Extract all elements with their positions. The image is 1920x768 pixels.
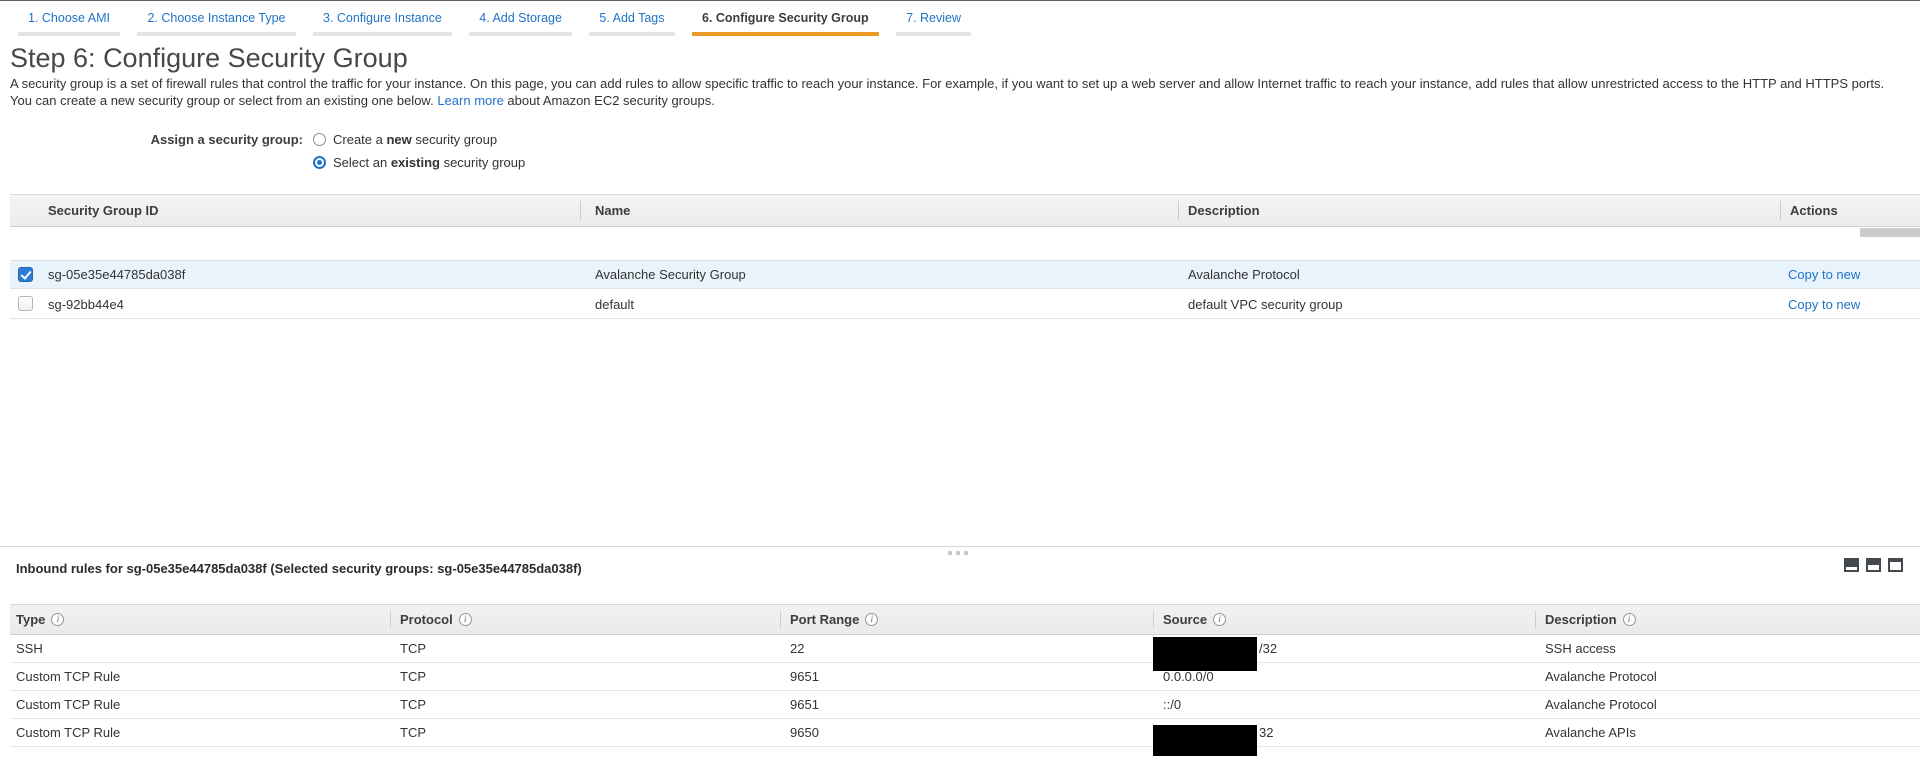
tab-underline [469,32,572,36]
column-divider [390,611,391,628]
inbound-rule-row: Custom TCP Rule TCP 9650 32 Avalanche AP… [10,719,1920,747]
rule-description: Avalanche Protocol [1545,663,1657,690]
ec2-launch-wizard-step6: 1. Choose AMI 2. Choose Instance Type 3.… [0,0,1920,768]
inbound-rule-row: Custom TCP Rule TCP 9651 ::/0 Avalanche … [10,691,1920,719]
column-header-security-group-id: Security Group ID [48,195,159,226]
rule-source: ::/0 [1163,691,1181,718]
column-header-source: Source [1163,605,1226,634]
rule-port-range: 22 [790,635,804,662]
inbound-rule-row: Custom TCP Rule TCP 9651 0.0.0.0/0 Avala… [10,663,1920,691]
page-title: Step 6: Configure Security Group [10,43,408,74]
radio-selected-icon [313,156,326,169]
rule-description: Avalanche APIs [1545,719,1636,746]
rule-port-range: 9650 [790,719,819,746]
checkbox-unchecked-icon[interactable] [18,296,33,311]
column-header-actions: Actions [1790,195,1838,226]
rule-type: Custom TCP Rule [16,663,120,690]
tab-underline [18,32,120,36]
redacted-ip-block [1153,725,1257,756]
rule-protocol: TCP [400,635,426,662]
tab-configure-security-group[interactable]: 6. Configure Security Group [692,2,879,36]
security-group-name: default [595,290,634,318]
tab-underline-active [692,32,879,36]
rule-type: Custom TCP Rule [16,691,120,718]
tab-configure-instance[interactable]: 3. Configure Instance [313,2,452,36]
panel-size-toggles [1844,558,1903,572]
security-group-description: Avalanche Protocol [1188,261,1300,288]
column-divider [1535,611,1536,628]
copy-to-new-link[interactable]: Copy to new [1788,261,1860,288]
column-header-description: Description [1188,195,1260,226]
rule-type: Custom TCP Rule [16,719,120,746]
inbound-rules-table-header: Type Protocol Port Range Source Descript… [10,604,1920,635]
rule-port-range: 9651 [790,691,819,718]
column-header-port-range: Port Range [790,605,878,634]
column-divider [580,201,581,220]
redacted-ip-block [1153,637,1257,671]
column-header-type: Type [16,605,64,634]
tab-choose-ami[interactable]: 1. Choose AMI [18,2,120,36]
security-group-row[interactable]: sg-92bb44e4 default default VPC security… [10,290,1920,319]
column-header-description: Description [1545,605,1636,634]
tab-choose-instance-type[interactable]: 2. Choose Instance Type [137,2,295,36]
assign-security-group-label: Assign a security group: [0,132,303,147]
checkbox-checked-icon[interactable] [18,267,33,282]
security-group-row-selected[interactable]: sg-05e35e44785da038f Avalanche Security … [10,260,1920,289]
info-icon[interactable] [459,613,472,626]
security-group-id: sg-92bb44e4 [48,290,124,318]
panel-size-small-icon[interactable] [1844,558,1859,572]
rule-protocol: TCP [400,691,426,718]
assign-options: Create a new security group Select an ex… [313,128,525,174]
radio-select-existing-security-group[interactable]: Select an existing security group [313,151,525,174]
rule-source-suffix: /32 [1259,635,1277,662]
panel-size-medium-icon[interactable] [1866,558,1881,572]
tab-underline [589,32,674,36]
wizard-step-tabs: 1. Choose AMI 2. Choose Instance Type 3.… [0,2,1920,46]
assign-security-group-section: Assign a security group: Create a new se… [0,128,1920,176]
rule-port-range: 9651 [790,663,819,690]
column-divider [1178,201,1179,220]
security-group-table-header: Security Group ID Name Description Actio… [10,194,1920,227]
radio-create-new-security-group[interactable]: Create a new security group [313,128,525,151]
page-description: A security group is a set of firewall ru… [10,75,1894,109]
security-group-id: sg-05e35e44785da038f [48,261,185,288]
tab-add-storage[interactable]: 4. Add Storage [469,2,572,36]
column-divider [1780,201,1781,220]
rule-type: SSH [16,635,43,662]
security-group-name: Avalanche Security Group [595,261,746,288]
column-divider [1153,611,1154,628]
copy-to-new-link[interactable]: Copy to new [1788,290,1860,318]
column-header-protocol: Protocol [400,605,472,634]
radio-unselected-icon [313,133,326,146]
tab-review[interactable]: 7. Review [896,2,971,36]
rule-protocol: TCP [400,663,426,690]
info-icon[interactable] [51,613,64,626]
info-icon[interactable] [1213,613,1226,626]
panel-size-large-icon[interactable] [1888,558,1903,572]
inbound-rule-row: SSH TCP 22 /32 SSH access [10,635,1920,663]
tab-underline [313,32,452,36]
rule-description: Avalanche Protocol [1545,691,1657,718]
learn-more-link[interactable]: Learn more [437,93,503,108]
tab-add-tags[interactable]: 5. Add Tags [589,2,674,36]
info-icon[interactable] [865,613,878,626]
scrollbar-corner[interactable] [1860,228,1920,237]
security-group-description: default VPC security group [1188,290,1343,318]
rule-source-suffix: 32 [1259,719,1273,746]
column-divider [780,611,781,628]
rule-protocol: TCP [400,719,426,746]
tab-underline [896,32,971,36]
info-icon[interactable] [1623,613,1636,626]
panel-drag-handle[interactable] [948,551,968,555]
inbound-rules-title: Inbound rules for sg-05e35e44785da038f (… [16,561,582,576]
column-header-name: Name [595,195,630,226]
rule-description: SSH access [1545,635,1616,662]
tab-underline [137,32,295,36]
panel-divider [0,546,1920,547]
